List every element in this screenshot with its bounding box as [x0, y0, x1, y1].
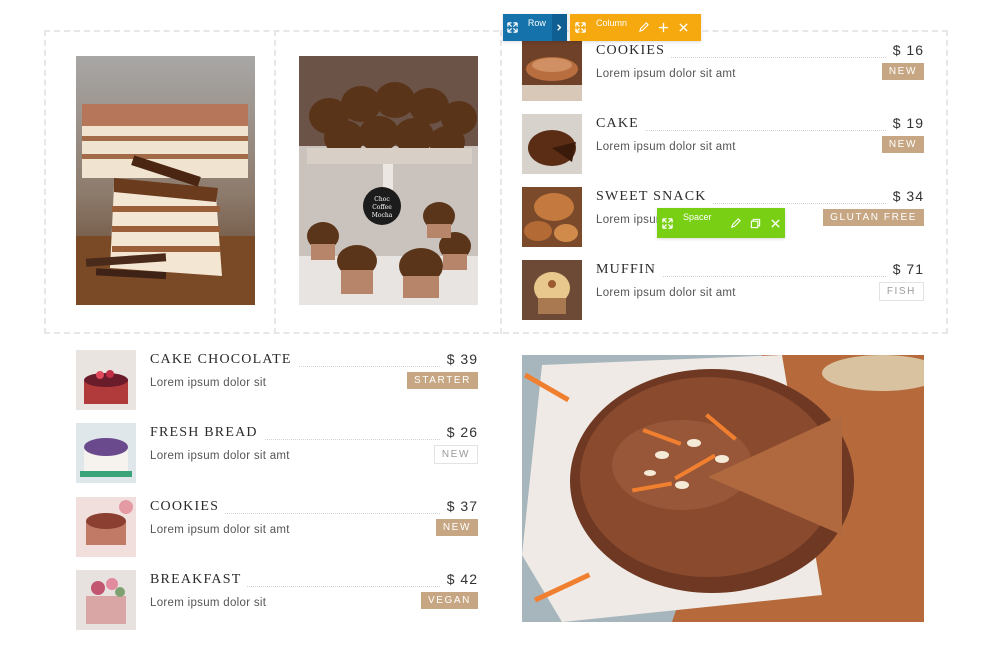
- svg-text:Coffee: Coffee: [372, 204, 392, 211]
- chevron-right-icon[interactable]: [551, 14, 567, 41]
- spacer-toolbar[interactable]: Spacer: [657, 208, 785, 238]
- cake-chocolate-thumbnail: [76, 350, 136, 410]
- list-item[interactable]: MUFFIN $ 71 Lorem ipsum dolor sit amt FI…: [522, 260, 924, 322]
- list-item[interactable]: COOKIES $ 16 Lorem ipsum dolor sit amt N…: [522, 41, 924, 103]
- duplicate-icon[interactable]: [745, 208, 765, 238]
- column-toolbar[interactable]: Column: [570, 14, 701, 41]
- item-name: COOKIES: [150, 499, 226, 515]
- item-description: Lorem ipsum dolor sit amt: [596, 287, 736, 299]
- item-description: Lorem ipsum dolor sit: [150, 377, 267, 389]
- move-icon[interactable]: [657, 208, 677, 238]
- pencil-icon[interactable]: [633, 14, 653, 41]
- item-description: Lorem ipsum dolor sit amt: [596, 141, 736, 153]
- editor-column-divider: [500, 30, 502, 334]
- cupcakes-stand-photo: Choc Coffee Mocha: [299, 56, 478, 305]
- item-description: Lorem ipsum dolor sit amt: [150, 524, 290, 536]
- item-price: $ 39: [440, 351, 478, 367]
- item-price: $ 26: [440, 424, 478, 440]
- muffin-thumbnail: [522, 260, 582, 320]
- move-icon[interactable]: [570, 14, 590, 41]
- item-price: $ 16: [886, 42, 924, 58]
- list-item[interactable]: FRESH BREAD $ 26 Lorem ipsum dolor sit a…: [76, 423, 478, 485]
- fresh-bread-thumbnail: [76, 423, 136, 483]
- item-description: Lorem ipsum dolor sit: [150, 597, 267, 609]
- item-tag: FISH: [878, 282, 924, 301]
- sweet-snack-thumbnail: [522, 187, 582, 247]
- item-price: $ 19: [886, 115, 924, 131]
- item-tag: NEW: [881, 136, 924, 153]
- cookies-thumbnail: [522, 41, 582, 101]
- move-icon[interactable]: [503, 14, 522, 41]
- row-label: Row: [527, 18, 546, 28]
- spacer-label: Spacer: [683, 212, 712, 222]
- item-name: MUFFIN: [596, 262, 663, 278]
- item-price: $ 42: [440, 571, 478, 587]
- editor-column-divider: [274, 30, 276, 334]
- cookies-cake-thumbnail: [76, 497, 136, 557]
- item-name: BREAKFAST: [150, 572, 248, 588]
- item-price: $ 34: [886, 188, 924, 204]
- item-tag: VEGAN: [420, 592, 478, 609]
- close-icon[interactable]: [765, 208, 785, 238]
- item-name: CAKE: [596, 116, 645, 132]
- item-tag: NEW: [433, 445, 478, 464]
- item-tag: NEW: [881, 63, 924, 80]
- dot-leader: [596, 130, 924, 131]
- carrot-cake-photo: [522, 355, 924, 622]
- item-tag: STARTER: [407, 372, 478, 389]
- item-price: $ 37: [440, 498, 478, 514]
- plus-icon[interactable]: [653, 14, 673, 41]
- list-item[interactable]: CAKE CHOCOLATE $ 39 Lorem ipsum dolor si…: [76, 350, 478, 412]
- close-icon[interactable]: [673, 14, 693, 41]
- item-name: SWEET SNACK: [596, 189, 713, 205]
- item-tag: GLUTAN FREE: [823, 209, 924, 226]
- list-item[interactable]: BREAKFAST $ 42 Lorem ipsum dolor sit VEG…: [76, 570, 478, 632]
- item-name: FRESH BREAD: [150, 425, 264, 441]
- breakfast-thumbnail: [76, 570, 136, 630]
- item-price: $ 71: [886, 261, 924, 277]
- item-description: Lorem ipsum dolor sit amt: [596, 68, 736, 80]
- pencil-icon[interactable]: [725, 208, 745, 238]
- item-tag: NEW: [435, 519, 478, 536]
- column-label: Column: [596, 18, 628, 28]
- stand-sign-text: Choc: [374, 196, 390, 203]
- layered-cake-photo: [76, 56, 255, 305]
- item-name: CAKE CHOCOLATE: [150, 352, 298, 368]
- item-description: Lorem ipsum dolor sit amt: [150, 450, 290, 462]
- cake-thumbnail: [522, 114, 582, 174]
- row-toolbar[interactable]: Row: [503, 14, 567, 41]
- list-item[interactable]: COOKIES $ 37 Lorem ipsum dolor sit amt N…: [76, 497, 478, 559]
- svg-text:Mocha: Mocha: [372, 212, 393, 219]
- item-name: COOKIES: [596, 43, 672, 59]
- list-item[interactable]: CAKE $ 19 Lorem ipsum dolor sit amt NEW: [522, 114, 924, 176]
